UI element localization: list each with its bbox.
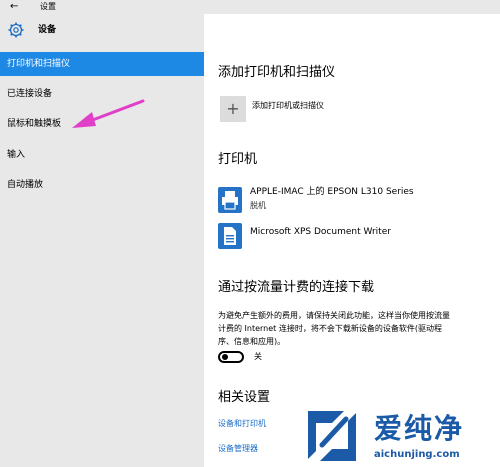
watermark-logo-icon	[308, 411, 356, 461]
main-content: 添加打印机和扫描仪 + 添加打印机或扫描仪 打印机 APPLE-IMAC 上的 …	[204, 44, 500, 467]
gear-icon	[8, 22, 24, 38]
desc-line: 为避免产生额外的费用，请保持关闭此功能，这样当你使用按流量	[218, 311, 450, 320]
title-bar: ← 设置	[0, 0, 500, 14]
desc-line: 序、信息和应用)。	[218, 337, 286, 346]
sidebar-item-typing[interactable]: 输入	[0, 143, 204, 167]
printer-status: 脱机	[250, 201, 266, 210]
metered-download-title: 通过按流量计费的连接下载	[218, 280, 375, 295]
sidebar-item-printers-scanners[interactable]: 打印机和扫描仪	[0, 52, 204, 76]
devices-and-printers-link[interactable]: 设备和打印机	[218, 418, 266, 430]
printer-icon	[218, 187, 242, 213]
device-manager-link[interactable]: 设备管理器	[218, 443, 258, 455]
toggle-state-label: 关	[254, 352, 262, 361]
sidebar-item-autoplay[interactable]: 自动播放	[0, 173, 204, 197]
metered-download-description: 为避免产生额外的费用，请保持关闭此功能，这样当你使用按流量 计费的 Intern…	[218, 309, 496, 348]
watermark: 爱纯净 aichunjing.com	[302, 405, 500, 467]
document-printer-icon	[218, 223, 242, 249]
add-printer-button[interactable]: +	[220, 96, 246, 122]
printer-name[interactable]: Microsoft XPS Document Writer	[250, 226, 391, 239]
toggle-knob	[222, 354, 228, 360]
watermark-brand: 爱纯净	[374, 412, 465, 445]
related-settings-title: 相关设置	[218, 390, 271, 405]
watermark-url: aichunjing.com	[374, 449, 460, 460]
add-printers-title: 添加打印机和扫描仪	[218, 65, 336, 80]
metered-download-toggle[interactable]	[218, 351, 244, 363]
window-title: 设置	[40, 2, 56, 11]
annotation-arrow-icon	[72, 99, 145, 128]
back-arrow-icon[interactable]: ←	[10, 0, 18, 14]
sidebar-header-label: 设备	[38, 25, 57, 35]
sidebar: 设备 打印机和扫描仪 已连接设备 鼠标和触摸板 输入 自动播放	[0, 14, 204, 467]
printers-title: 打印机	[218, 152, 258, 167]
add-printer-label[interactable]: 添加打印机或扫描仪	[252, 100, 324, 112]
desc-line: 计费的 Internet 连接时，将不会下载新设备的设备软件(驱动程	[218, 324, 442, 333]
printer-name[interactable]: APPLE-IMAC 上的 EPSON L310 Series	[250, 186, 414, 199]
sidebar-header: 设备	[0, 14, 204, 46]
